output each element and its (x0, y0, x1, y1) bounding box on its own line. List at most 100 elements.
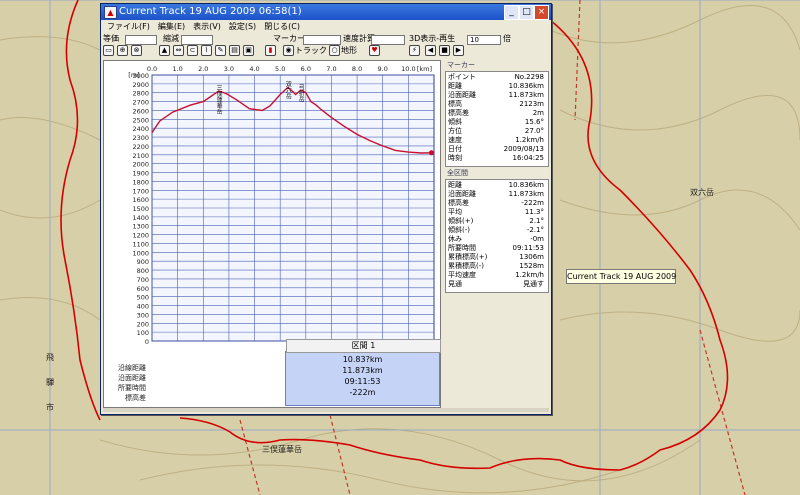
segment-icon[interactable]: ⇔ (173, 45, 184, 56)
clip-icon[interactable]: ⌇ (201, 45, 212, 56)
map-label-3: 市 (46, 402, 54, 412)
mountain-icon[interactable]: ▲ (159, 45, 170, 56)
stop-icon[interactable]: ■ (439, 45, 450, 56)
peak-label: 弓折岳 (297, 84, 304, 103)
section-summary: 区間 1 10.83?km 11.873km 09:11:53 -222m (285, 339, 441, 406)
link-icon[interactable]: ⊂ (187, 45, 198, 56)
x-tick-label: 7.0 (326, 65, 336, 73)
label-a: 等価 (103, 34, 119, 43)
section-label: 傾斜(-) (448, 226, 470, 234)
slider-marker[interactable] (303, 35, 341, 45)
marker-value: 10.836km (508, 82, 544, 90)
zoom-select[interactable]: 10 (467, 35, 501, 45)
marker-value: 2m (532, 109, 544, 117)
close-button[interactable]: × (534, 5, 549, 20)
section-title: 区間 1 (286, 339, 441, 353)
pin-icon[interactable]: ♥ (369, 45, 380, 56)
y-tick-label: 700 (137, 276, 149, 284)
slider-a[interactable] (125, 35, 157, 45)
info-sidebar: マーカー ポイント No.2298 距離 10.836km 沿面距離 11.873km 標高… (445, 60, 549, 406)
section-value: 11.873km (508, 190, 544, 198)
elevation-chart[interactable]: 300 0 290028002700260025002400230022002100… (104, 61, 440, 347)
menu-close[interactable]: 閉じる(C) (260, 21, 304, 33)
section-label: 休み (448, 235, 462, 243)
marker-row: 時刻 16:04:25 (448, 154, 544, 163)
menu-edit[interactable]: 編集(E) (154, 21, 189, 33)
section-row: 距離 10.836km (448, 181, 544, 190)
x-unit-label: [km] (417, 65, 432, 73)
y-tick-label: 200 (137, 320, 149, 328)
radio-terrain-icon[interactable]: ○ (329, 45, 340, 56)
map-label-2: 驒 (46, 378, 54, 387)
y-tick-label: 2800 (132, 90, 149, 98)
x-tick-label: 6.0 (301, 65, 311, 73)
y-tick-label: 1400 (132, 214, 149, 222)
x-tick-label: 4.0 (249, 65, 259, 73)
menu-file[interactable]: ファイル(F) (103, 21, 154, 33)
marker-row: 傾斜 15.6° (448, 118, 544, 127)
y-tick-label: 1100 (132, 240, 149, 248)
menu-view[interactable]: 表示(V) (189, 21, 225, 33)
zoom-icon[interactable]: ⊗ (131, 45, 142, 56)
x-tick-label: 5.0 (275, 65, 285, 73)
play-back-icon[interactable]: ◀ (425, 45, 436, 56)
marker-row: 標高差 2m (448, 109, 544, 118)
marker-value: No.2298 (514, 73, 544, 81)
target-icon[interactable]: ⊕ (117, 45, 128, 56)
section-panel: 距離 10.836km 沿面距離 11.873km 標高差 -222m 平均 11.3° 傾斜(… (445, 179, 549, 293)
play-icon[interactable]: ▶ (453, 45, 464, 56)
toolbar: 等価 縮減 マーカー 速度計算 3D表示-再生 10 倍 ▭ ⊕ ⊗ ▲ ⇔ ⊂… (103, 33, 549, 57)
edit-icon[interactable]: ✎ (215, 45, 226, 56)
marker-label: 傾斜 (448, 118, 462, 126)
y-tick-label: 2200 (132, 143, 149, 151)
minimize-button[interactable]: _ (504, 5, 519, 20)
marker-label: 時刻 (448, 154, 462, 162)
slider-speed[interactable] (371, 35, 405, 45)
y-tick-label: 2400 (132, 125, 149, 133)
slider-b[interactable] (181, 35, 213, 45)
x-tick-label: 3.0 (224, 65, 234, 73)
row-label-4: 標高差 (125, 394, 146, 402)
radio-terrain-label[interactable]: 地形 (341, 46, 357, 56)
peak-label: 三俣蓮華岳 (215, 85, 222, 116)
section-row: 傾斜(-) -2.1° (448, 226, 544, 235)
marker-row: ポイント No.2298 (448, 73, 544, 82)
chart-icon[interactable]: ▤ (229, 45, 240, 56)
track-tooltip: Current Track 19 AUG 2009 (566, 269, 676, 284)
label-3d: 3D表示-再生 (409, 34, 456, 43)
menu-settings[interactable]: 設定(S) (225, 21, 260, 33)
satellite-icon[interactable]: ⚡ (409, 45, 420, 56)
y-tick-label: 2100 (132, 152, 149, 160)
label-b: 縮減 (163, 34, 179, 43)
maximize-button[interactable]: □ (519, 5, 534, 20)
marker-label: 方位 (448, 127, 462, 135)
radio-track-icon[interactable]: ◉ (283, 45, 294, 56)
y-tick-label: 400 (137, 303, 149, 311)
y-tick-label: 1900 (132, 170, 149, 178)
window-icon[interactable]: ▣ (243, 45, 254, 56)
marker-icon[interactable]: ▮ (265, 45, 276, 56)
y-tick-label: 2900 (132, 81, 149, 89)
row-label-3: 所要時間 (118, 384, 146, 392)
y-tick-label: 600 (137, 285, 149, 293)
y-tick-label: 300 (137, 311, 149, 319)
section-row: 累積標高(-) 1528m (448, 262, 544, 271)
menu-bar: ファイル(F) 編集(E) 表示(V) 設定(S) 閉じる(C) (103, 21, 304, 33)
radio-track-label[interactable]: トラック (295, 46, 327, 56)
y-tick-label: 1600 (132, 196, 149, 204)
title-bar[interactable]: ▲ Current Track 19 AUG 2009 06:58(1) _ □… (101, 4, 551, 20)
y-tick-label: 1000 (132, 249, 149, 257)
section-label: 平均速度 (448, 271, 476, 279)
elevation-profile-area[interactable]: 300 0 2900 2800 2700 2600 2500 2400 2300 2200 2100… (103, 60, 441, 408)
marker-row: 標高 2123m (448, 100, 544, 109)
map-label-peak-2: 三俣蓮華岳 (262, 444, 302, 454)
marker-value: 1.2km/h (515, 136, 544, 144)
line-tool-icon[interactable]: ▭ (103, 45, 114, 56)
marker-label: 日付 (448, 145, 462, 153)
marker-row: 速度 1.2km/h (448, 136, 544, 145)
x-tick-label: 8.0 (352, 65, 362, 73)
map-label-peak-1: 双六岳 (690, 187, 714, 197)
section-value: 09:11:53 (512, 244, 544, 252)
y-tick-label: 0 (145, 338, 149, 346)
y-unit-label: [m] (128, 71, 139, 79)
